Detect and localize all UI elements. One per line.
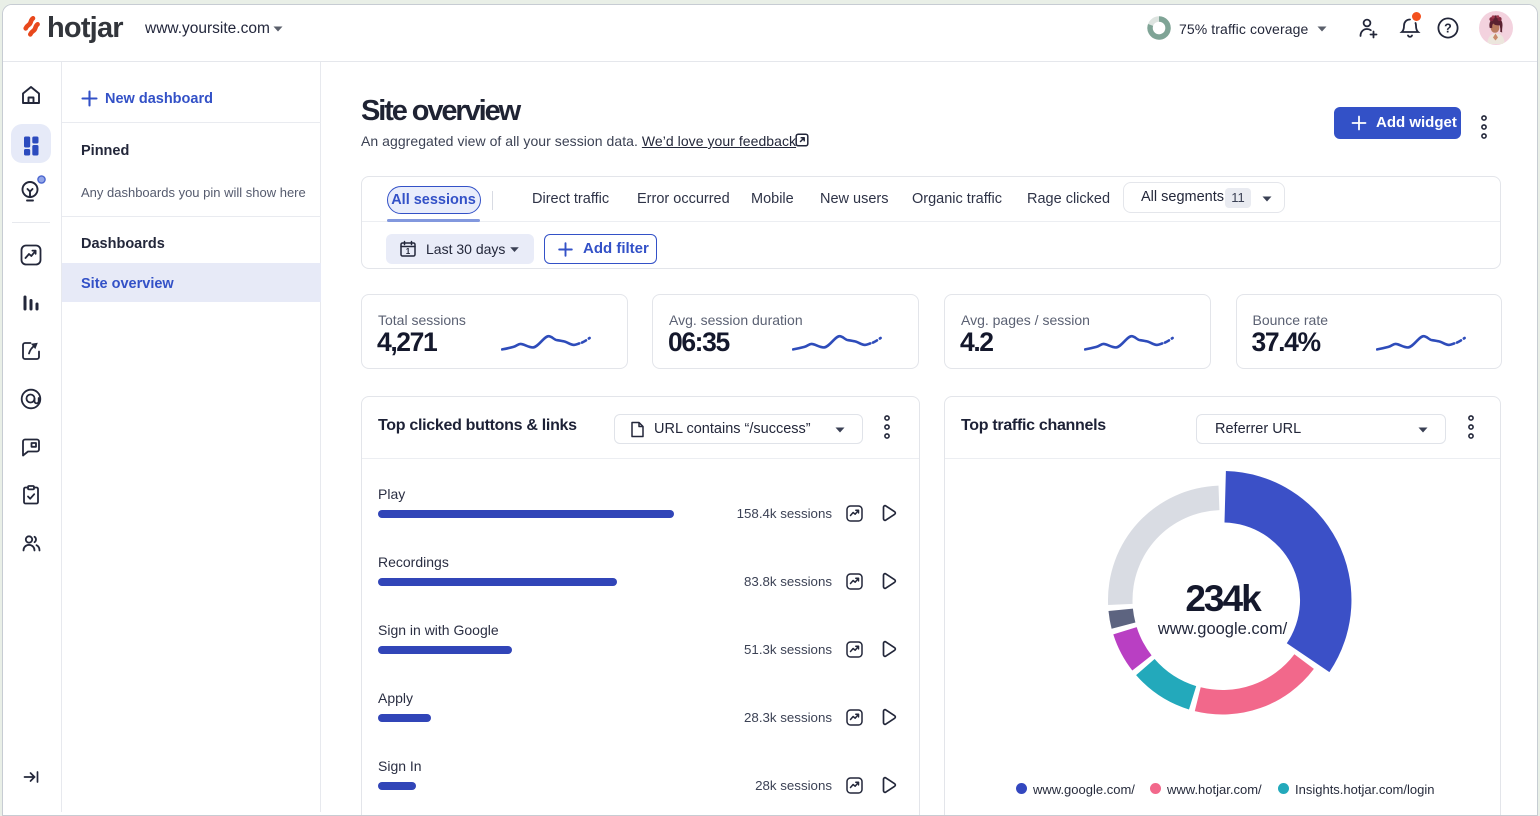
svg-text:?: ? xyxy=(1444,22,1452,36)
svg-text:1: 1 xyxy=(406,247,411,256)
